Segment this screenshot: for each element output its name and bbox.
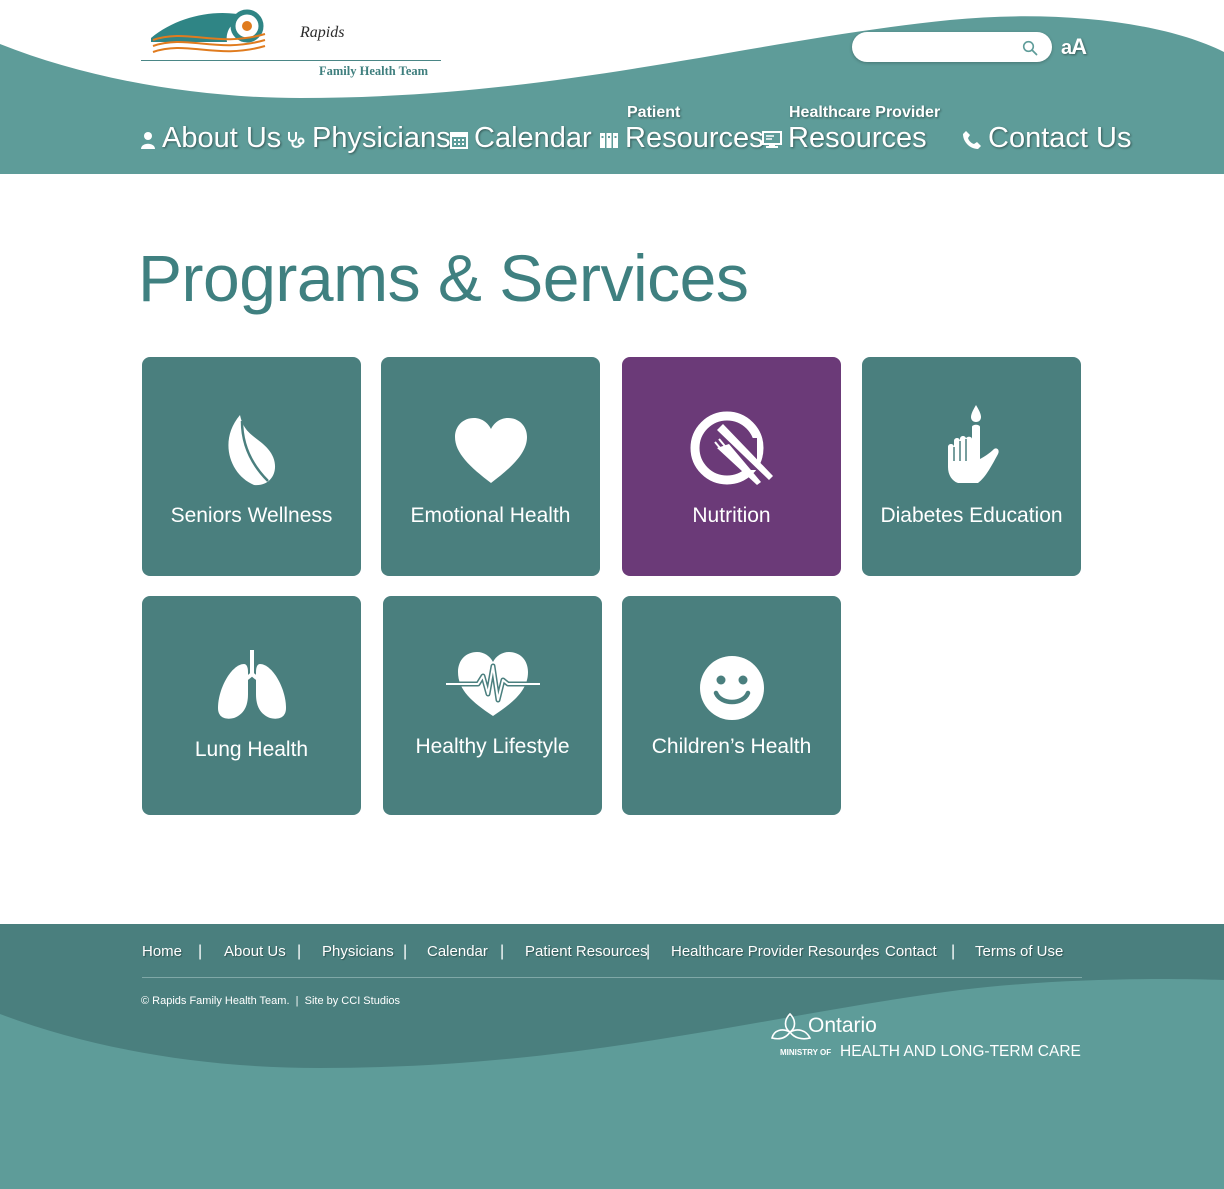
ministry-of-label: MINISTRY OF <box>780 1048 832 1057</box>
program-label: Nutrition <box>692 504 771 527</box>
person-icon <box>141 131 155 149</box>
nav-provider-label: Resources <box>788 122 927 154</box>
nav-calendar[interactable]: Calendar <box>450 124 592 153</box>
program-tile-lung-health[interactable]: Lung Health <box>142 596 361 815</box>
program-tile-seniors-wellness[interactable]: Seniors Wellness <box>142 357 361 576</box>
program-tile-diabetes-education[interactable]: Diabetes Education <box>862 357 1081 576</box>
books-icon <box>600 132 618 148</box>
footer-link-patient-resources[interactable]: Patient Resources <box>525 941 648 963</box>
program-label: Children’s Health <box>651 735 812 758</box>
text-size-toggle[interactable]: aA <box>1061 34 1087 60</box>
program-tile-healthy-lifestyle[interactable]: Healthy Lifestyle <box>383 596 602 815</box>
footer-link-physicians[interactable]: Physicians <box>322 941 394 963</box>
footer-separator: | <box>297 943 302 960</box>
footer-divider <box>142 977 1082 978</box>
monitor-icon <box>762 130 782 148</box>
footer-link-terms-of-use[interactable]: Terms of Use <box>975 941 1063 963</box>
logo-wave-eye-icon <box>151 9 266 53</box>
ontario-wordmark: Ontario <box>808 1014 877 1037</box>
nav-patient-resources[interactable]: Resources Patient <box>599 105 764 154</box>
site-logo[interactable]: Rapids Family Health Team <box>141 8 441 82</box>
program-label: Healthy Lifestyle <box>415 735 570 758</box>
nav-patient-label: Resources <box>625 122 764 154</box>
logo-subtitle: Family Health Team <box>319 64 429 78</box>
heartbeat-icon <box>445 652 540 716</box>
ontario-ministry-logo[interactable]: Ontario MINISTRY OF HEALTH AND LONG-TERM… <box>770 1010 1090 1074</box>
text-size-small: a <box>1061 37 1072 59</box>
footer-link-contact[interactable]: Contact <box>885 941 937 963</box>
ministry-name: HEALTH AND LONG-TERM CARE <box>840 1043 1081 1060</box>
nav-contact-label: Contact Us <box>988 122 1132 154</box>
copyright-text: © Rapids Family Health Team. <box>141 995 290 1007</box>
nav-patient-prefix: Patient <box>627 104 681 121</box>
program-label: Emotional Health <box>410 504 571 527</box>
nav-calendar-label: Calendar <box>474 122 592 154</box>
leaf-icon <box>227 415 275 486</box>
footer-separator: | <box>860 943 865 960</box>
plate-fork-knife-icon <box>690 411 773 485</box>
nav-about-label: About Us <box>162 122 282 154</box>
footer-separator: | <box>403 943 408 960</box>
smiley-icon <box>699 656 764 720</box>
nav-provider-prefix: Healthcare Provider <box>789 104 941 121</box>
nav-about-us[interactable]: About Us <box>140 124 281 153</box>
logo-name: Rapids <box>300 24 345 41</box>
stethoscope-icon <box>288 131 305 148</box>
footer-link-calendar[interactable]: Calendar <box>427 941 488 963</box>
program-tile-nutrition[interactable]: Nutrition <box>622 357 841 576</box>
phone-icon <box>963 130 981 149</box>
search-input[interactable] <box>866 38 1020 58</box>
nav-provider-resources[interactable]: Resources Healthcare Provider <box>762 105 940 154</box>
logo-divider <box>141 60 441 61</box>
program-label: Lung Health <box>194 738 309 761</box>
calendar-icon <box>450 131 468 149</box>
footer-link-home[interactable]: Home <box>142 941 182 963</box>
search-box <box>852 32 1052 62</box>
nav-physicians-label: Physicians <box>312 122 451 154</box>
finger-drop-icon <box>947 405 999 483</box>
credit-separator: | <box>295 995 299 1007</box>
nav-contact-us[interactable]: Contact Us <box>962 124 1131 153</box>
footer-separator: | <box>951 943 956 960</box>
page-title: Programs & Services <box>138 241 749 315</box>
trillium-icon <box>771 1012 812 1040</box>
copyright-line: © Rapids Family Health Team. | Site by C… <box>141 995 400 1007</box>
heart-icon <box>454 418 527 483</box>
credit-link[interactable]: Site by CCI Studios <box>305 995 400 1007</box>
site-header: Rapids Family Health Team aA About Us Ph… <box>0 0 1224 174</box>
footer-link-provider-resources[interactable]: Healthcare Provider Resources <box>671 941 879 963</box>
footer-separator: | <box>646 943 651 960</box>
program-label: Seniors Wellness <box>170 504 333 527</box>
program-tile-emotional-health[interactable]: Emotional Health <box>381 357 600 576</box>
footer-link-about-us[interactable]: About Us <box>224 941 286 963</box>
footer-nav: Home | About Us | Physicians | Calendar … <box>142 941 1082 965</box>
lungs-icon <box>217 650 286 719</box>
footer-separator: | <box>500 943 505 960</box>
text-size-large: A <box>1071 34 1087 59</box>
nav-physicians[interactable]: Physicians <box>286 124 451 153</box>
program-label: Diabetes Education <box>880 504 1063 527</box>
footer-separator: | <box>198 943 203 960</box>
site-footer: Home | About Us | Physicians | Calendar … <box>0 924 1224 1189</box>
search-icon[interactable] <box>1022 40 1038 56</box>
program-tile-childrens-health[interactable]: Children’s Health <box>622 596 841 815</box>
